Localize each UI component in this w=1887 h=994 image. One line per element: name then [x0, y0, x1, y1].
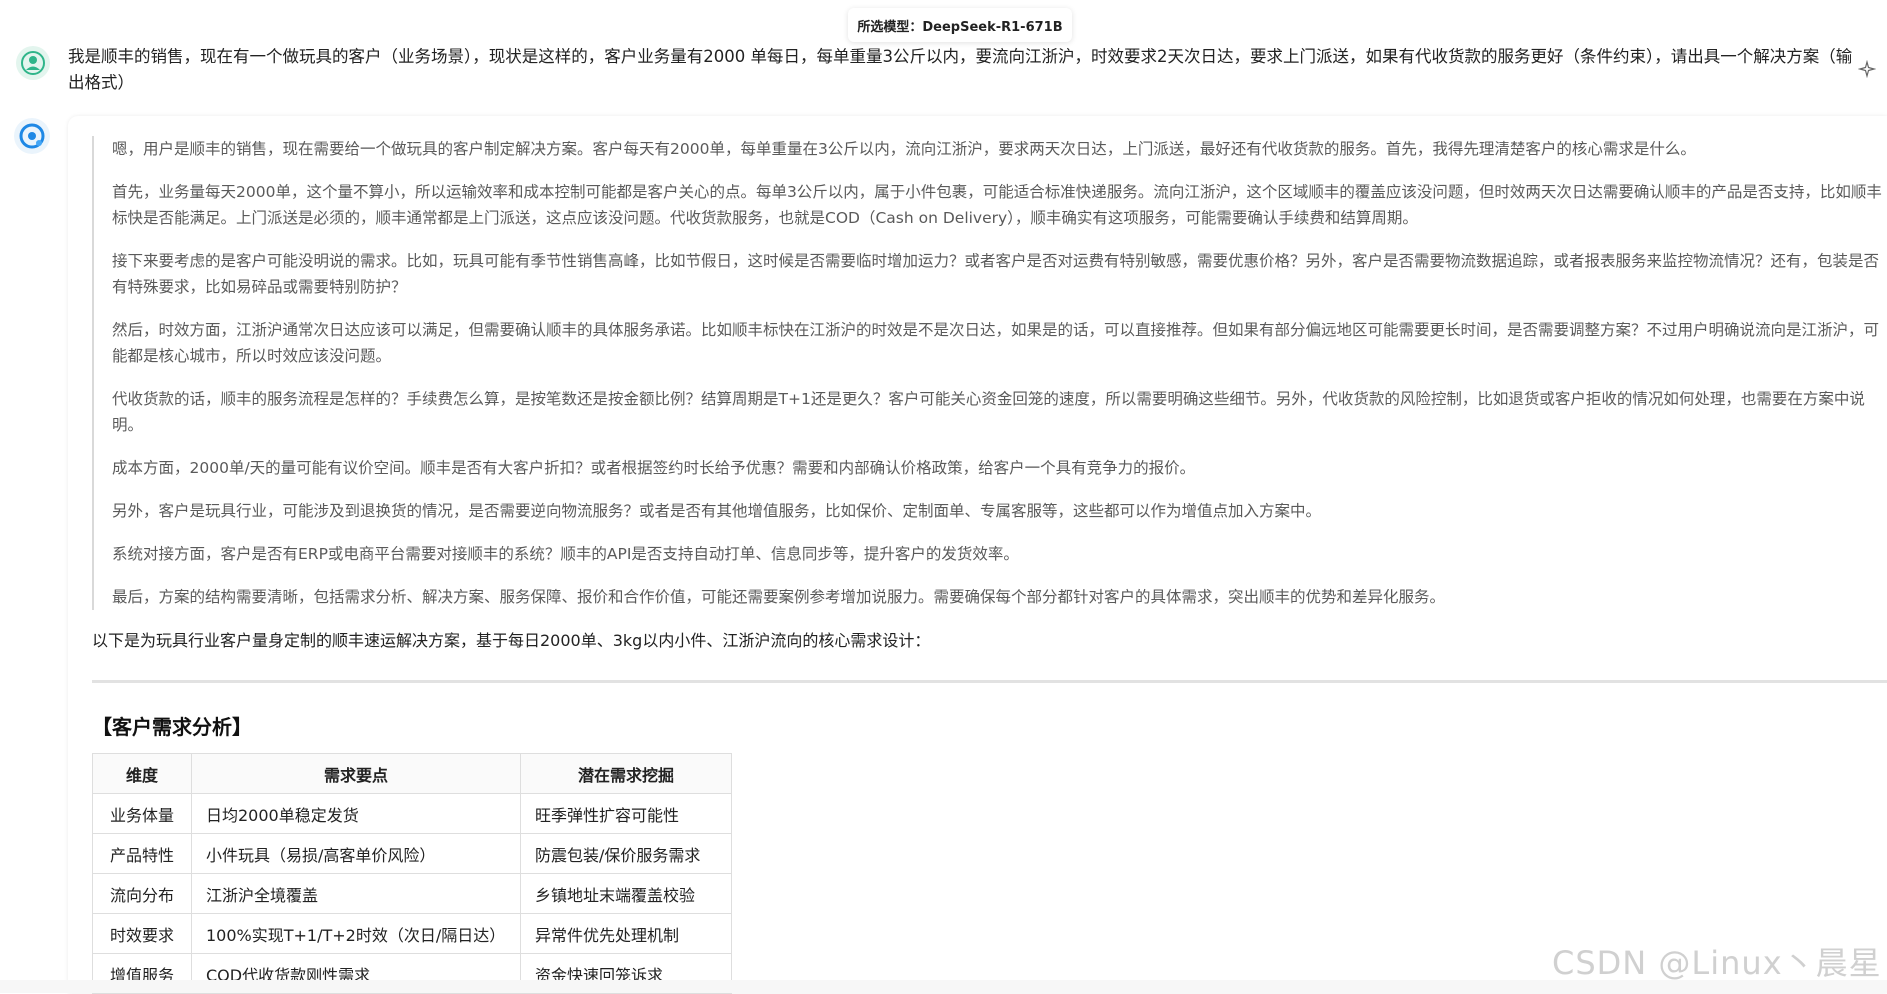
table-row: 时效要求 100%实现T+1/T+2时效（次日/隔日达） 异常件优先处理机制 — [92, 913, 732, 954]
answer-intro: 以下是为玩具行业客户量身定制的顺丰速运解决方案，基于每日2000单、3kg以内小… — [92, 631, 931, 650]
table-header: 维度 — [92, 753, 192, 794]
table-cell: 江浙沪全境覆盖 — [191, 873, 521, 914]
thinking-paragraph: 系统对接方面，客户是否有ERP或电商平台需要对接顺丰的系统？顺丰的API是否支持… — [112, 545, 1019, 563]
table-cell: 防震包装/保价服务需求 — [520, 833, 732, 874]
table-cell: 流向分布 — [92, 873, 192, 914]
thinking-paragraph: 首先，业务量每天2000单，这个量不算小，所以运输效率和成本控制可能都是客户关心… — [112, 183, 1882, 227]
table-header: 潜在需求挖掘 — [520, 753, 732, 794]
thinking-paragraph: 另外，客户是玩具行业，可能涉及到退换货的情况，是否需要逆向物流服务？或者是否有其… — [112, 502, 1322, 520]
thinking-paragraph: 然后，时效方面，江浙沪通常次日达应该可以满足，但需要确认顺丰的具体服务承诺。比如… — [112, 321, 1880, 365]
table-cell: 异常件优先处理机制 — [520, 913, 732, 954]
thinking-paragraph: 代收货款的话，顺丰的服务流程是怎样的？手续费怎么算，是按笔数还是按金额比例？结算… — [112, 390, 1865, 434]
section-title: 【客户需求分析】 — [92, 715, 252, 739]
table-cell: 业务体量 — [92, 793, 192, 834]
table-row: 产品特性 小件玩具（易损/高客单价风险） 防震包装/保价服务需求 — [92, 833, 732, 874]
requirements-table: 维度 需求要点 潜在需求挖掘 业务体量 日均2000单稳定发货 旺季弹性扩容可能… — [92, 753, 732, 994]
table-cell: 小件玩具（易损/高客单价风险） — [191, 833, 521, 874]
user-message: 我是顺丰的销售，现在有一个做玩具的客户（业务场景），现状是这样的，客户业务量有2… — [68, 47, 1853, 92]
assistant-answer: 嗯，用户是顺丰的销售，现在需要给一个做玩具的客户制定解决方案。客户每天有2000… — [68, 116, 1887, 994]
user-avatar-icon — [16, 46, 50, 80]
table-cell: 时效要求 — [92, 913, 192, 954]
table-cell: 日均2000单稳定发货 — [191, 793, 521, 834]
model-label: 所选模型：DeepSeek-R1-671B — [848, 8, 1072, 42]
deepseek-logo-icon — [14, 118, 50, 154]
thinking-paragraph: 接下来要考虑的是客户可能没明说的需求。比如，玩具可能有季节性销售高峰，比如节假日… — [112, 252, 1880, 296]
table-cell: 100%实现T+1/T+2时效（次日/隔日达） — [191, 913, 521, 954]
table-header: 需求要点 — [191, 753, 521, 794]
table-cell: 旺季弹性扩容可能性 — [520, 793, 732, 834]
thinking-paragraph: 嗯，用户是顺丰的销售，现在需要给一个做玩具的客户制定解决方案。客户每天有2000… — [112, 140, 1696, 158]
table-row: 业务体量 日均2000单稳定发货 旺季弹性扩容可能性 — [92, 793, 732, 834]
thinking-paragraph: 最后，方案的结构需要清晰，包括需求分析、解决方案、服务保障、报价和合作价值，可能… — [112, 588, 1446, 606]
thinking-block: 嗯，用户是顺丰的销售，现在需要给一个做玩具的客户制定解决方案。客户每天有2000… — [92, 136, 1882, 610]
table-row: 流向分布 江浙沪全境覆盖 乡镇地址末端覆盖校验 — [92, 873, 732, 914]
watermark: CSDN @Linux丶晨星 — [1552, 944, 1882, 982]
section-divider — [92, 680, 1887, 683]
table-cell: 乡镇地址末端覆盖校验 — [520, 873, 732, 914]
table-cell: 产品特性 — [92, 833, 192, 874]
thinking-paragraph: 成本方面，2000单/天的量可能有议价空间。顺丰是否有大客户折扣？或者根据签约时… — [112, 459, 1196, 477]
table-header-row: 维度 需求要点 潜在需求挖掘 — [92, 753, 732, 794]
sparkle-icon[interactable] — [1857, 59, 1877, 79]
